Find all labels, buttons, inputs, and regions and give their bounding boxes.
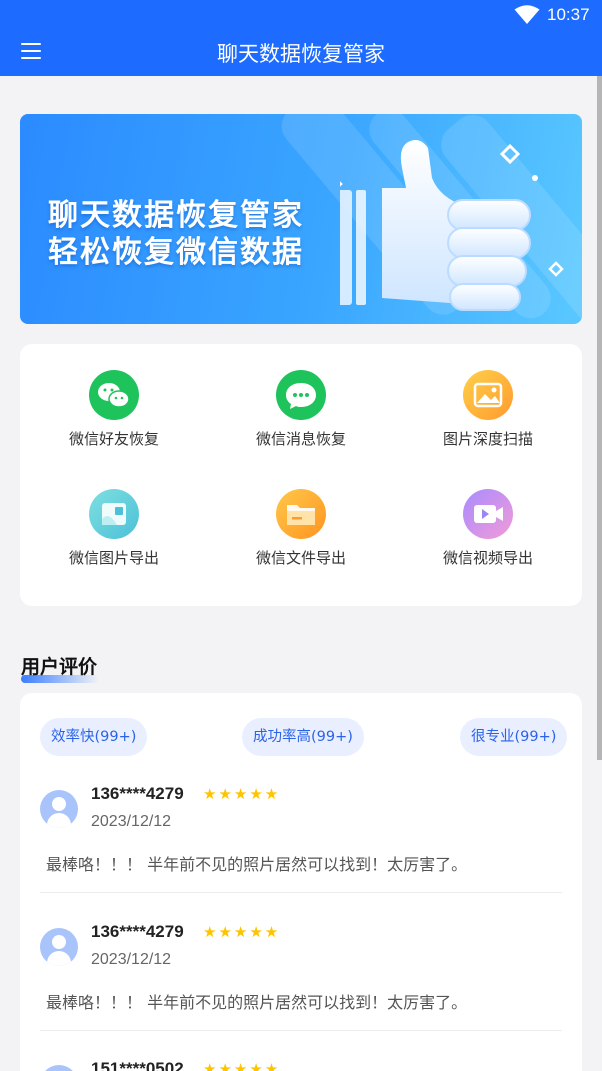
chat-bubble-icon (276, 370, 326, 420)
review-tag[interactable]: 成功率高(99+) (242, 718, 364, 756)
feature-image-export[interactable]: 微信图片导出 (20, 489, 208, 568)
video-icon (463, 489, 513, 539)
reviews-card: 效率快(99+) 成功率高(99+) 很专业(99+) 136****4279 … (20, 693, 582, 1071)
avatar (40, 1065, 78, 1071)
folder-icon (276, 489, 326, 539)
thumbs-up-icon (340, 140, 564, 311)
status-time: 10:37 (547, 5, 590, 24)
feature-grid: 微信好友恢复 微信消息恢复 图片深度扫描 微信图片导出 微信文件导出 微信视频导… (20, 344, 582, 606)
feature-file-export[interactable]: 微信文件导出 (207, 489, 395, 568)
image-scan-icon (463, 370, 513, 420)
star-rating: ★★★★★ (203, 785, 281, 803)
feature-label: 微信好友恢复 (68, 430, 159, 448)
review-text: 最棒咯！！！ 半年前不见的照片居然可以找到！太厉害了。 (46, 993, 468, 1012)
feature-image-scan[interactable]: 图片深度扫描 (394, 370, 582, 449)
review-date: 2023/12/12 (91, 951, 172, 968)
avatar (40, 790, 78, 828)
status-bar: 10:37 (0, 0, 602, 30)
review-tag[interactable]: 很专业(99+) (460, 718, 568, 756)
wechat-friends-icon (89, 370, 139, 420)
star-rating: ★★★★★ (203, 1060, 281, 1071)
wifi-icon (514, 5, 540, 24)
section-title-text: 用户评价 (21, 656, 98, 678)
review-user: 151****0502 (91, 1059, 184, 1071)
app-bar: 聊天数据恢复管家 (0, 30, 602, 76)
divider (40, 892, 562, 893)
feature-wechat-friends[interactable]: 微信好友恢复 (20, 370, 208, 449)
feature-label: 图片深度扫描 (442, 430, 533, 448)
banner-subline: 轻松恢复微信数据 (48, 235, 304, 270)
divider (40, 1030, 562, 1031)
image-export-icon (89, 489, 139, 539)
review-date: 2023/12/12 (91, 813, 172, 830)
feature-label: 微信图片导出 (68, 549, 159, 567)
avatar (40, 928, 78, 966)
promo-banner[interactable]: 聊天数据恢复管家 轻松恢复微信数据 (20, 114, 582, 324)
feature-video-export[interactable]: 微信视频导出 (394, 489, 582, 568)
feature-label: 微信文件导出 (255, 549, 346, 567)
section-title-reviews: 用户评价 (21, 652, 99, 683)
page-title: 聊天数据恢复管家 (217, 42, 385, 66)
review-tag[interactable]: 效率快(99+) (40, 718, 148, 756)
scrollbar[interactable] (597, 76, 602, 760)
star-rating: ★★★★★ (203, 923, 281, 941)
feature-wechat-messages[interactable]: 微信消息恢复 (207, 370, 395, 449)
feature-label: 微信视频导出 (442, 549, 533, 567)
feature-label: 微信消息恢复 (255, 430, 346, 448)
review-user: 136****4279 (91, 784, 184, 803)
review-user: 136****4279 (91, 922, 184, 941)
review-text: 最棒咯！！！ 半年前不见的照片居然可以找到！太厉害了。 (46, 855, 468, 874)
